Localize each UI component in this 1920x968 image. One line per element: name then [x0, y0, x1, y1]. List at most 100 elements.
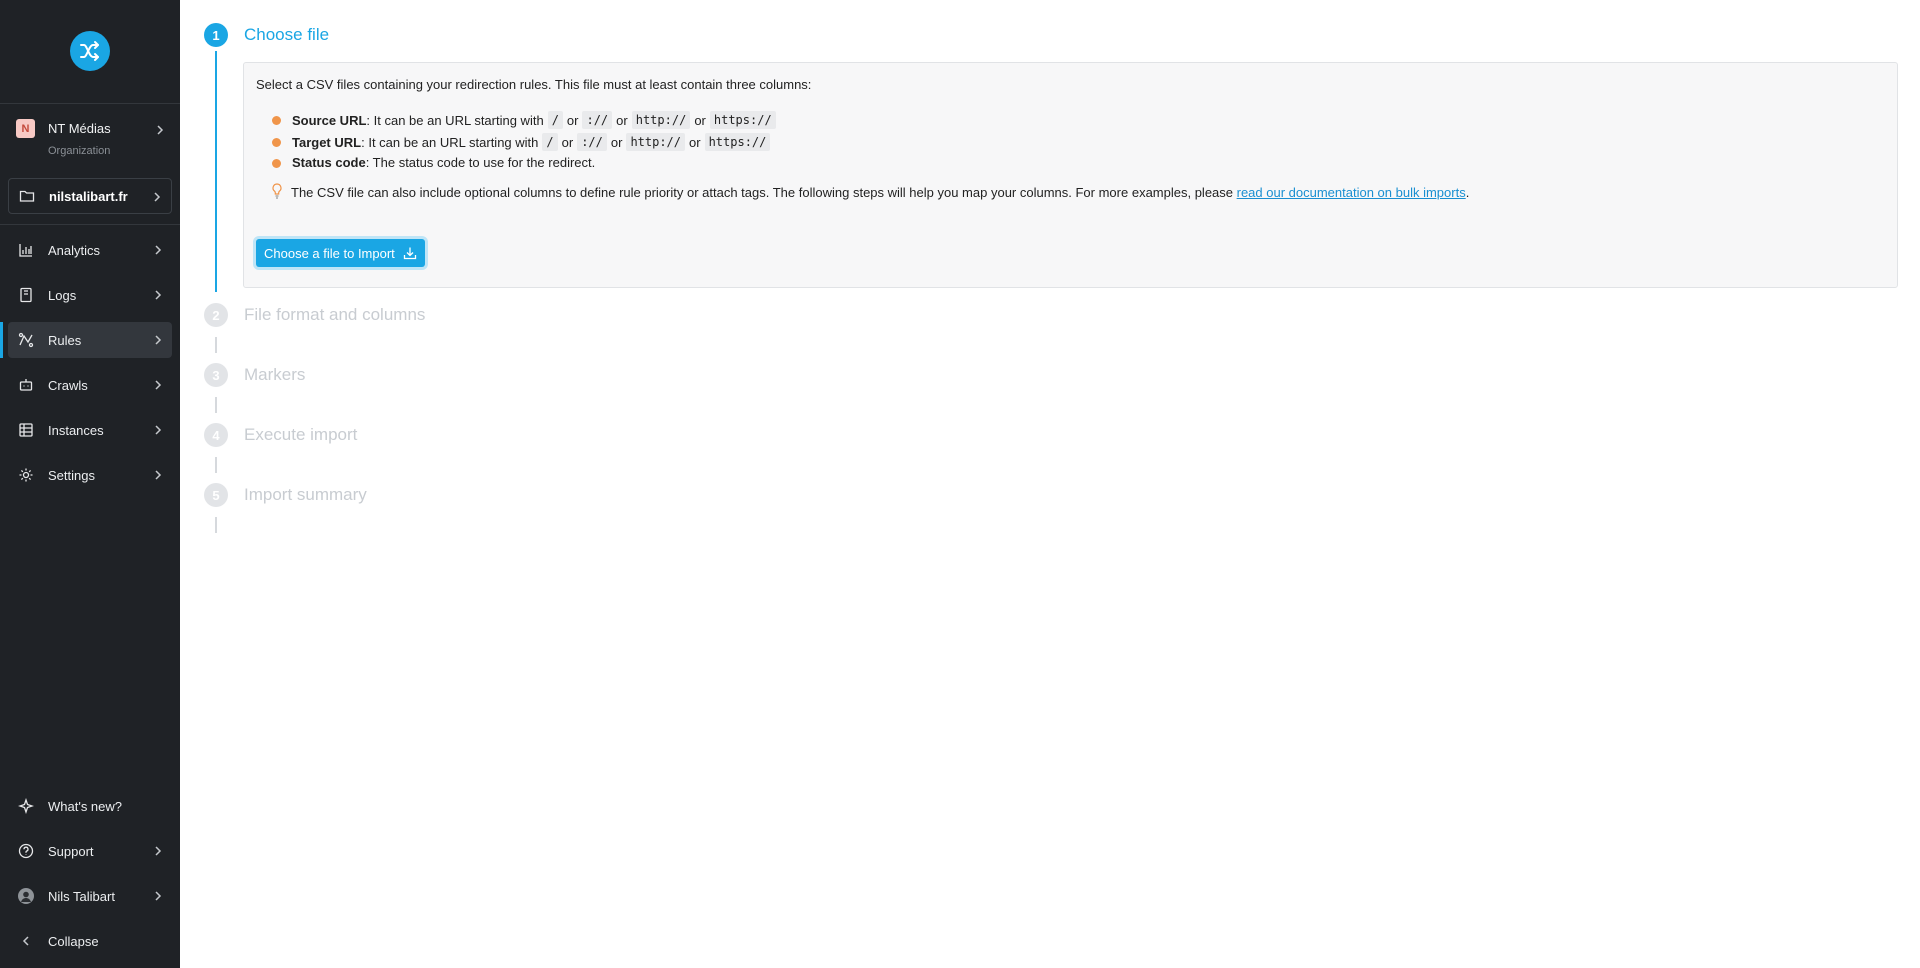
collapse-button[interactable]: Collapse: [8, 923, 172, 959]
source-url-requirement: Source URL : It can be an URL starting w…: [292, 111, 780, 129]
sidebar-divider: [0, 103, 180, 104]
step-number-4: 4: [204, 423, 228, 447]
log-icon: [18, 287, 34, 303]
active-indicator: [0, 322, 3, 358]
sidebar-item-label: Settings: [48, 467, 95, 483]
avatar: [18, 888, 34, 904]
step-connector: [215, 337, 217, 353]
sidebar-item-analytics[interactable]: Analytics: [8, 232, 172, 268]
code-https: https://: [709, 111, 776, 129]
sidebar-item-logs[interactable]: Logs: [8, 277, 172, 313]
sidebar-item-label: Analytics: [48, 242, 101, 258]
step-title-import-summary: Import summary: [244, 485, 367, 504]
sidebar-item-label: Instances: [48, 422, 104, 438]
organization-switcher[interactable]: N NT Médias Organization: [16, 119, 172, 163]
or-text: or: [610, 134, 623, 150]
status-code-requirement: Status code : The status code to use for…: [292, 155, 595, 170]
step-title-choose-file[interactable]: Choose file: [244, 25, 329, 45]
chevron-right-icon: [151, 190, 163, 208]
target-url-requirement: Target URL : It can be an URL starting w…: [292, 133, 774, 151]
org-type: Organization: [48, 145, 111, 157]
gear-icon: [18, 467, 34, 483]
sidebar-item-label: Logs: [48, 287, 77, 303]
sidebar-item-instances[interactable]: Instances: [8, 412, 172, 448]
chevron-right-icon: [152, 243, 164, 261]
bulk-imports-docs-link[interactable]: read our documentation on bulk imports: [1237, 185, 1466, 200]
chevron-right-icon: [152, 423, 164, 441]
sidebar-item-label: What's new?: [48, 798, 123, 814]
support-button[interactable]: Support: [8, 833, 172, 869]
choose-file-panel: Select a CSV files containing your redir…: [243, 62, 1898, 288]
main-content: 1 Choose file Select a CSV files contain…: [180, 0, 1920, 968]
chevron-right-icon: [152, 889, 164, 907]
or-text: or: [689, 134, 701, 150]
source-url-text: : It can be an URL starting with: [366, 112, 544, 128]
or-text: or: [616, 112, 628, 128]
help-icon: [18, 843, 34, 859]
step-number-2: 2: [204, 303, 228, 327]
or-text: or: [694, 112, 706, 128]
source-url-label: Source URL: [292, 112, 367, 128]
step-title-markers: Markers: [244, 365, 306, 384]
folder-icon: [19, 188, 35, 204]
or-text: or: [561, 134, 574, 150]
step-number-1: 1: [204, 23, 228, 47]
step-connector: [215, 457, 217, 473]
code-http: http://: [626, 133, 686, 151]
rules-icon: [18, 332, 34, 348]
lightbulb-icon: [271, 183, 283, 204]
download-icon: [403, 247, 416, 260]
org-badge: N: [16, 119, 35, 138]
step-number-5: 5: [204, 483, 228, 507]
code-slash: /: [542, 133, 558, 151]
app-logo[interactable]: [70, 31, 110, 71]
sidebar-divider: [0, 224, 180, 225]
sidebar: N NT Médias Organization nilstalibart.fr…: [0, 0, 180, 968]
sidebar-item-label: Collapse: [48, 933, 99, 949]
status-code-label: Status code: [292, 155, 366, 170]
target-url-label: Target URL: [292, 134, 362, 150]
org-name: NT Médias: [48, 121, 111, 136]
chevron-right-icon: [154, 123, 166, 141]
shuffle-icon: [80, 41, 99, 61]
crawl-icon: [18, 377, 34, 393]
sidebar-item-label: Crawls: [48, 377, 88, 393]
chevron-right-icon: [152, 333, 164, 351]
sidebar-item-crawls[interactable]: Crawls: [8, 367, 172, 403]
step-connector: [215, 397, 217, 413]
status-code-text: : The status code to use for the redirec…: [365, 155, 596, 170]
chevron-right-icon: [152, 378, 164, 396]
whats-new-button[interactable]: What's new?: [8, 788, 172, 824]
sidebar-item-label: Rules: [48, 332, 82, 348]
or-text: or: [566, 112, 579, 128]
bullet-dot: [272, 138, 281, 147]
step-connector: [215, 517, 217, 533]
sidebar-item-settings[interactable]: Settings: [8, 457, 172, 493]
chart-icon: [18, 242, 34, 258]
chevron-right-icon: [152, 468, 164, 486]
sidebar-item-label: Support: [48, 843, 94, 859]
choose-file-button[interactable]: Choose a file to Import: [256, 239, 425, 267]
sparkle-icon: [18, 798, 34, 814]
sidebar-item-rules[interactable]: Rules: [8, 322, 172, 358]
step-title-file-format: File format and columns: [244, 305, 426, 324]
step-connector: [215, 51, 217, 292]
intro-text: Select a CSV files containing your redir…: [256, 77, 812, 92]
chevron-left-icon: [18, 933, 34, 949]
chevron-right-icon: [152, 844, 164, 862]
step-title-execute-import: Execute import: [244, 425, 358, 444]
code-https: https://: [704, 133, 771, 151]
bullet-dot: [272, 116, 281, 125]
user-menu[interactable]: Nils Talibart: [8, 878, 172, 914]
code-slash: /: [547, 111, 563, 129]
instances-icon: [18, 422, 34, 438]
chevron-right-icon: [152, 288, 164, 306]
code-protocol-relative: ://: [577, 133, 607, 151]
tip-end: .: [1465, 185, 1470, 200]
target-url-text: : It can be an URL starting with: [361, 134, 539, 150]
choose-file-button-label: Choose a file to Import: [264, 245, 395, 261]
project-name: nilstalibart.fr: [49, 188, 128, 204]
step-number-3: 3: [204, 363, 228, 387]
project-switcher[interactable]: nilstalibart.fr: [8, 178, 172, 214]
tip-body: The CSV file can also include optional c…: [291, 185, 1237, 200]
